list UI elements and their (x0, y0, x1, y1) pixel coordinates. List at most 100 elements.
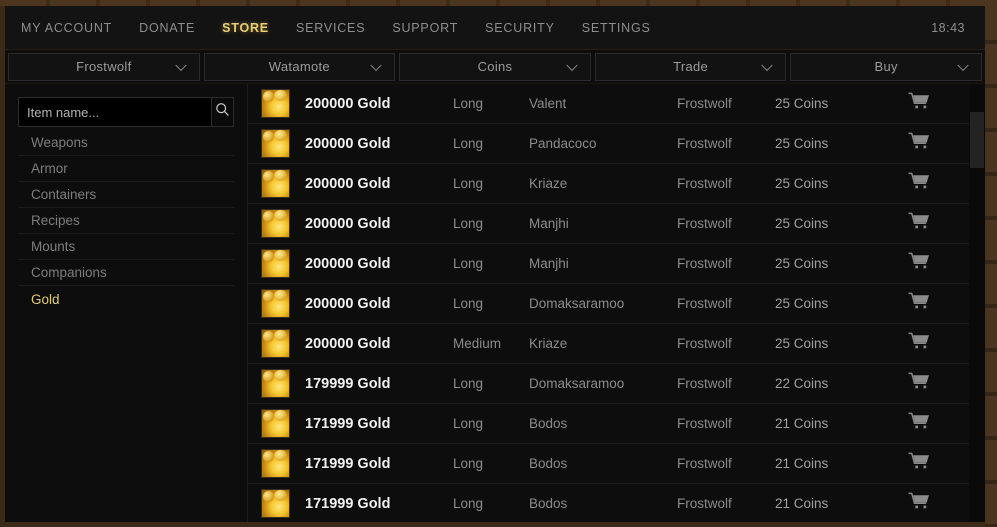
table-row[interactable]: 200000 Gold Long Domaksaramoo Frostwolf 25 C… (248, 284, 969, 324)
chevron-down-icon (370, 59, 382, 71)
item-price: 25 Coins (775, 96, 829, 111)
search-input[interactable] (19, 98, 211, 126)
sidebar-item-companions[interactable]: Companions (18, 260, 234, 286)
gold-coins-icon (261, 489, 290, 518)
add-to-cart-button[interactable] (868, 172, 969, 196)
nav-item-store[interactable]: STORE (222, 21, 269, 35)
item-realm: Frostwolf (677, 456, 732, 471)
category-sidebar: WeaponsArmorContainersRecipesMountsCompa… (5, 84, 248, 522)
item-duration: Long (453, 176, 484, 191)
add-to-cart-button[interactable] (868, 412, 969, 436)
nav-item-my-account[interactable]: MY ACCOUNT (21, 21, 112, 35)
filter-bar: Frostwolf Watamote Coins Trade Buy (5, 50, 985, 84)
item-icon-cell (261, 169, 305, 198)
item-price: 21 Coins (775, 456, 829, 471)
sidebar-item-armor[interactable]: Armor (18, 156, 234, 182)
item-name: 171999 Gold (305, 415, 391, 432)
table-row[interactable]: 171999 Gold Long Bodos Frostwolf 21 Coins (248, 444, 969, 484)
listing-table-wrapper: 200000 Gold Long Valent Frostwolf 25 Coins 20… (248, 84, 985, 522)
chevron-down-icon (957, 59, 969, 71)
item-price: 25 Coins (775, 136, 829, 151)
add-to-cart-button[interactable] (868, 492, 969, 516)
shopping-cart-icon (908, 372, 930, 396)
item-price: 25 Coins (775, 336, 829, 351)
item-icon-cell (261, 449, 305, 478)
item-name: 200000 Gold (305, 95, 391, 112)
table-row[interactable]: 179999 Gold Long Domaksaramoo Frostwolf 22 C… (248, 364, 969, 404)
add-to-cart-button[interactable] (868, 292, 969, 316)
realm-filter[interactable]: Frostwolf (8, 52, 200, 81)
item-name: 200000 Gold (305, 175, 391, 192)
gold-coins-icon (261, 209, 290, 238)
gold-coins-icon (261, 449, 290, 478)
nav-item-services[interactable]: SERVICES (296, 21, 365, 35)
item-seller: Bodos (529, 416, 568, 431)
item-duration: Long (453, 136, 484, 151)
sidebar-item-weapons[interactable]: Weapons (18, 130, 234, 156)
nav-items: MY ACCOUNT DONATE STORE SERVICES SUPPORT SECU… (21, 21, 678, 35)
nav-item-donate[interactable]: DONATE (139, 21, 195, 35)
action-filter[interactable]: Buy (790, 52, 982, 81)
item-price: 21 Coins (775, 416, 829, 431)
item-duration: Medium (453, 336, 502, 351)
item-icon-cell (261, 369, 305, 398)
chevron-down-icon (761, 59, 774, 71)
table-row[interactable]: 200000 Gold Long Pandacoco Frostwolf 25 Coin… (248, 124, 969, 164)
table-row[interactable]: 171999 Gold Long Bodos Frostwolf 21 Coins (248, 404, 969, 444)
listing-table: 200000 Gold Long Valent Frostwolf 25 Coins 20… (248, 84, 969, 522)
item-duration: Long (453, 456, 484, 471)
sidebar-item-containers[interactable]: Containers (18, 182, 234, 208)
item-seller: Bodos (529, 456, 568, 471)
sidebar-item-mounts[interactable]: Mounts (18, 234, 234, 260)
shopping-cart-icon (908, 332, 930, 356)
item-realm: Frostwolf (677, 496, 732, 511)
item-icon-cell (261, 249, 305, 278)
add-to-cart-button[interactable] (868, 92, 969, 116)
nav-item-support[interactable]: SUPPORT (392, 21, 458, 35)
table-row[interactable]: 200000 Gold Long Manjhi Frostwolf 25 Coins (248, 204, 969, 244)
search-icon (215, 102, 230, 122)
guild-filter[interactable]: Watamote (203, 52, 396, 81)
item-name: 200000 Gold (305, 295, 391, 312)
clock-label: 18:43 (931, 20, 965, 35)
item-icon-cell (261, 289, 305, 318)
add-to-cart-button[interactable] (868, 132, 969, 156)
item-seller: Bodos (529, 496, 568, 511)
nav-item-settings[interactable]: SETTINGS (582, 21, 651, 35)
gold-coins-icon (261, 369, 290, 398)
search-button[interactable] (211, 98, 233, 126)
add-to-cart-button[interactable] (868, 212, 969, 236)
item-name: 171999 Gold (305, 495, 391, 512)
item-duration: Long (453, 376, 484, 391)
add-to-cart-button[interactable] (868, 372, 969, 396)
add-to-cart-button[interactable] (868, 252, 969, 276)
item-seller: Domaksaramoo (529, 296, 625, 311)
currency-filter-value: Coins (477, 59, 513, 74)
item-name: 200000 Gold (305, 215, 391, 232)
table-row[interactable]: 200000 Gold Long Manjhi Frostwolf 25 Coins (248, 244, 969, 284)
sidebar-item-gold[interactable]: Gold (18, 286, 234, 312)
vertical-scrollbar-thumb[interactable] (970, 112, 984, 168)
store-window: MY ACCOUNT DONATE STORE SERVICES SUPPORT SECU… (5, 6, 985, 522)
table-row[interactable]: 171999 Gold Long Bodos Frostwolf 21 Coins (248, 484, 969, 522)
add-to-cart-button[interactable] (868, 332, 969, 356)
item-duration: Long (453, 96, 484, 111)
vertical-scrollbar-track[interactable] (969, 84, 985, 522)
table-row[interactable]: 200000 Gold Long Valent Frostwolf 25 Coins (248, 84, 969, 124)
item-name: 200000 Gold (305, 335, 391, 352)
trade-filter[interactable]: Trade (594, 52, 787, 81)
table-row[interactable]: 200000 Gold Medium Kriaze Frostwolf 25 Coins (248, 324, 969, 364)
add-to-cart-button[interactable] (868, 452, 969, 476)
item-seller: Manjhi (529, 256, 569, 271)
table-row[interactable]: 200000 Gold Long Kriaze Frostwolf 25 Coins (248, 164, 969, 204)
item-seller: Kriaze (529, 336, 568, 351)
gold-coins-icon (261, 89, 290, 118)
item-duration: Long (453, 496, 484, 511)
item-icon-cell (261, 409, 305, 438)
nav-item-security[interactable]: SECURITY (485, 21, 555, 35)
sidebar-item-recipes[interactable]: Recipes (18, 208, 234, 234)
gold-coins-icon (261, 249, 290, 278)
currency-filter[interactable]: Coins (399, 52, 591, 81)
gold-coins-icon (261, 329, 290, 358)
item-price: 25 Coins (775, 256, 829, 271)
